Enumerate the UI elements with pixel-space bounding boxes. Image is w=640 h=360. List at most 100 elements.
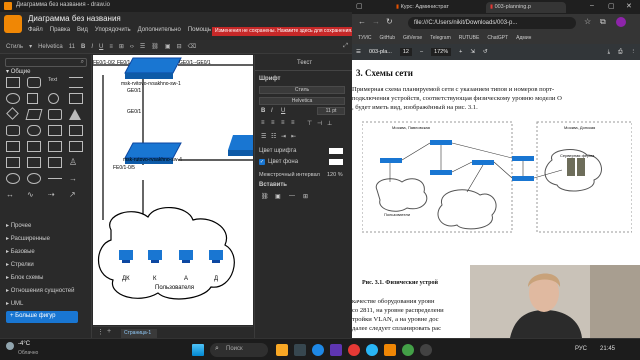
- shape-square[interactable]: [27, 93, 38, 104]
- app-store-icon[interactable]: [330, 344, 342, 356]
- shape-process[interactable]: [69, 93, 83, 104]
- underline-icon[interactable]: U: [99, 44, 103, 50]
- shape-rectangle[interactable]: [6, 77, 20, 88]
- weather-icon[interactable]: [6, 342, 14, 350]
- shape-tape[interactable]: [69, 141, 83, 152]
- shape-callout[interactable]: [48, 157, 62, 168]
- font-size-input[interactable]: 11 pt: [317, 107, 345, 115]
- font-dropdown[interactable]: Helvetica: [38, 44, 63, 50]
- shape-line[interactable]: [48, 178, 62, 179]
- align-justify-icon[interactable]: ≡: [291, 120, 295, 126]
- fit-page-icon[interactable]: ⇲: [470, 49, 475, 55]
- page-menu-icon[interactable]: ⋮: [97, 328, 104, 336]
- app-yandex-icon[interactable]: [348, 344, 360, 356]
- shape-cube[interactable]: [6, 141, 20, 152]
- underline-toggle[interactable]: U: [281, 108, 285, 114]
- category-flowchart[interactable]: ▸ Блок схемы: [6, 274, 43, 281]
- shape-text[interactable]: Text: [48, 77, 62, 88]
- shape-diamond[interactable]: [6, 107, 19, 120]
- category-basic[interactable]: ▸ Базовые: [6, 248, 35, 255]
- code-icon[interactable]: ‹›: [130, 44, 134, 50]
- shape-trapezoid[interactable]: [48, 141, 62, 152]
- bookmark-gitverse[interactable]: GitVerse: [403, 35, 422, 41]
- clear-format-icon[interactable]: ⌫: [188, 43, 196, 50]
- line-spacing-value[interactable]: 120 %: [327, 172, 343, 178]
- category-arrows[interactable]: ▸ Стрелки: [6, 261, 34, 268]
- start-icon[interactable]: [192, 344, 204, 356]
- section-general[interactable]: ▾ Общие: [6, 68, 30, 75]
- shape-actor[interactable]: ♙: [69, 157, 83, 168]
- align-right-icon[interactable]: ≡: [281, 120, 285, 126]
- bookmark-github[interactable]: GitHub: [379, 35, 395, 41]
- shape-document[interactable]: [48, 125, 62, 136]
- menu-file[interactable]: Файл: [28, 27, 43, 33]
- app-obs-icon[interactable]: [420, 344, 432, 356]
- switch-sw1[interactable]: [124, 57, 182, 79]
- font-size-box[interactable]: 11: [69, 44, 75, 50]
- add-page-icon[interactable]: +: [107, 328, 111, 335]
- category-uml[interactable]: ▸ UML: [6, 300, 23, 307]
- shape-arrow[interactable]: →: [69, 173, 83, 184]
- tab-text[interactable]: Текст: [297, 60, 312, 66]
- shape-parallelogram[interactable]: [25, 109, 43, 120]
- extensions-icon[interactable]: ⧉: [600, 17, 606, 27]
- menu-arrange[interactable]: Упорядочить: [95, 27, 131, 33]
- position-icon[interactable]: ⊞: [119, 43, 124, 50]
- list-number-icon[interactable]: ☷: [271, 133, 276, 140]
- link-icon[interactable]: ⛓: [151, 43, 159, 50]
- profile-icon[interactable]: [616, 17, 626, 27]
- insert-hr-icon[interactable]: ―: [289, 193, 295, 199]
- zoom-out-icon[interactable]: –: [420, 49, 423, 55]
- pdf-zoom[interactable]: 172%: [431, 48, 452, 56]
- more-shapes-button[interactable]: + Больше фигур: [6, 311, 78, 323]
- italic-icon[interactable]: I: [91, 44, 93, 50]
- list-icon[interactable]: ☰: [140, 43, 145, 50]
- app-chrome-icon[interactable]: [402, 344, 414, 356]
- italic-toggle[interactable]: I: [271, 108, 273, 114]
- clock-time[interactable]: 21:45: [600, 346, 615, 352]
- bg-color-swatch[interactable]: [329, 159, 343, 165]
- table-icon[interactable]: ⊟: [177, 43, 182, 50]
- category-entity-relation[interactable]: ▸ Отношения сущностей: [6, 287, 74, 294]
- shape-textbox[interactable]: [69, 77, 83, 88]
- font-color-swatch[interactable]: [329, 148, 343, 154]
- close-icon[interactable]: ✕: [626, 2, 632, 10]
- maximize-icon[interactable]: ▢: [608, 2, 615, 10]
- shape-cloud[interactable]: [27, 125, 41, 136]
- unsaved-changes-banner[interactable]: Изменения не сохранены. Нажмите здесь дл…: [212, 27, 352, 36]
- switch-right-top[interactable]: [228, 135, 253, 156]
- menu-extras[interactable]: Дополнительно: [138, 27, 181, 33]
- browser-tab-pdf[interactable]: ▮ 003-planning.p: [486, 2, 566, 13]
- shape-xor[interactable]: [27, 173, 41, 184]
- shape-curve[interactable]: ∿: [27, 189, 41, 200]
- align-center-icon[interactable]: ≡: [271, 120, 275, 126]
- taskbar-search[interactable]: ⌕ Поиск: [210, 343, 268, 357]
- download-icon[interactable]: ⤓: [608, 49, 610, 56]
- menu-view[interactable]: Вид: [77, 27, 88, 33]
- shape-or[interactable]: [6, 173, 20, 184]
- valign-bottom-icon[interactable]: ⊥: [327, 120, 332, 127]
- valign-top-icon[interactable]: ⊤: [307, 120, 312, 127]
- url-input[interactable]: file:///C:/Users/nikit/Downloads/003-p..…: [408, 17, 576, 29]
- menu-help[interactable]: Помощь: [188, 27, 211, 33]
- shape-card[interactable]: [27, 157, 41, 168]
- weather-temp[interactable]: -4°C: [18, 341, 30, 347]
- align-left-icon[interactable]: ≡: [261, 120, 265, 126]
- style-select[interactable]: Стиль: [259, 86, 345, 94]
- shape-internal-storage[interactable]: [69, 125, 83, 136]
- bookmark-chatgpt[interactable]: ChatGPT: [487, 35, 508, 41]
- star-icon[interactable]: ☆: [584, 17, 591, 26]
- image-icon[interactable]: ▣: [165, 43, 171, 50]
- align-icon[interactable]: ≡: [109, 44, 113, 50]
- more-icon[interactable]: ⋮: [631, 49, 637, 55]
- browser-tab-course[interactable]: ▮ Курс: Администрат: [392, 2, 484, 13]
- document-name[interactable]: Диаграмма без названия: [28, 14, 121, 23]
- insert-link-icon[interactable]: ⛓: [261, 193, 269, 200]
- bookmark-admin[interactable]: Админ: [516, 35, 531, 41]
- shape-cylinder[interactable]: [6, 125, 20, 136]
- app-explorer-icon[interactable]: [276, 344, 288, 356]
- list-bullet-icon[interactable]: ☰: [261, 133, 266, 140]
- app-drawio-icon[interactable]: [384, 344, 396, 356]
- chevron-down-icon[interactable]: ▾: [29, 43, 32, 50]
- insert-image-icon[interactable]: ▣: [275, 193, 281, 200]
